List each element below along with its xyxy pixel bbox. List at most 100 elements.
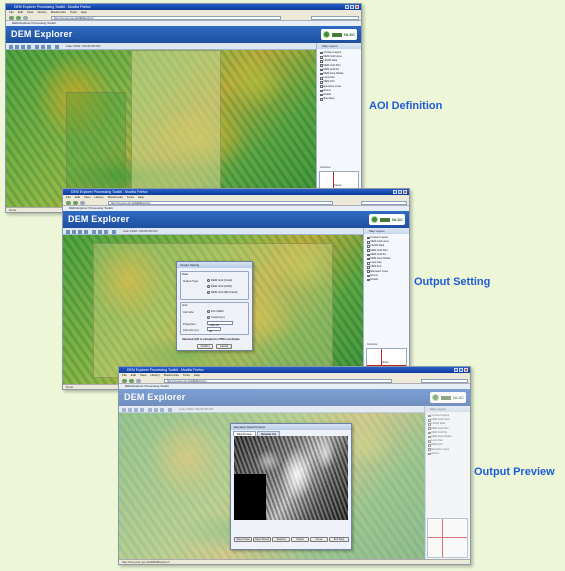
checkbox-icon[interactable]	[320, 85, 323, 88]
close-button[interactable]	[464, 368, 468, 372]
maximize-button[interactable]	[398, 190, 402, 194]
checkbox-icon[interactable]	[320, 51, 323, 55]
cancel-button[interactable]: Cancel	[216, 344, 232, 349]
checkbox-icon[interactable]	[428, 444, 431, 447]
zoom-in-icon[interactable]	[9, 44, 13, 49]
address-bar[interactable]: http://ssv.ucsc.gov.tw/DEMExplorer/	[108, 200, 333, 205]
close-button[interactable]	[355, 5, 359, 9]
radio-icon[interactable]	[207, 290, 210, 294]
checkbox-icon[interactable]	[428, 440, 431, 443]
close-button[interactable]	[403, 190, 407, 194]
close-button[interactable]: Close	[310, 537, 328, 542]
checkbox-icon[interactable]	[320, 81, 323, 84]
reload-icon[interactable]	[80, 200, 85, 205]
minimize-button[interactable]	[345, 5, 349, 9]
zoom-out-icon[interactable]	[15, 44, 19, 49]
radio-dem-float[interactable]: DEM Grid (Float)	[207, 278, 232, 282]
zoom-out-icon[interactable]	[128, 407, 132, 412]
radio-dem-16bit[interactable]: DEM Grid (16bit)	[207, 284, 232, 288]
reload-icon[interactable]	[136, 378, 141, 383]
measure-icon[interactable]	[41, 44, 45, 49]
overview-map[interactable]	[427, 518, 468, 558]
full-extent-icon[interactable]	[27, 44, 31, 49]
layer-item[interactable]: Rivers	[428, 452, 468, 456]
output-button[interactable]: Output	[291, 537, 309, 542]
checkbox-icon[interactable]	[428, 419, 431, 422]
checkbox-icon[interactable]	[367, 253, 370, 257]
radio-icon[interactable]	[207, 284, 210, 288]
checkbox-icon[interactable]	[367, 236, 370, 240]
checkbox-icon[interactable]	[320, 72, 323, 76]
select-area-button[interactable]: Select Area	[234, 537, 252, 542]
forward-icon[interactable]	[73, 200, 78, 205]
checkbox-icon[interactable]	[320, 68, 323, 72]
checkbox-icon[interactable]	[367, 274, 370, 278]
pan-icon[interactable]	[21, 44, 25, 49]
checkbox-icon[interactable]	[320, 77, 323, 80]
checkbox-icon[interactable]	[367, 249, 370, 252]
back-icon[interactable]	[9, 15, 14, 20]
checkbox-icon[interactable]	[320, 89, 323, 93]
radio-10m-dem[interactable]: 10m DEM	[207, 309, 223, 313]
measure-icon[interactable]	[98, 229, 102, 234]
zoom-in-icon[interactable]	[122, 407, 126, 412]
pan-icon[interactable]	[134, 407, 138, 412]
projection-select[interactable]: TWD 97	[207, 321, 233, 327]
radio-custom[interactable]: Custom(m)	[207, 315, 225, 319]
radio-icon[interactable]	[207, 315, 210, 319]
search-input[interactable]	[421, 378, 468, 383]
checkbox-icon[interactable]	[428, 452, 431, 456]
pan-icon[interactable]	[78, 229, 82, 234]
checkbox-icon[interactable]	[428, 435, 431, 439]
checkbox-icon[interactable]	[367, 257, 370, 261]
cell-size-input[interactable]: 40	[207, 327, 221, 333]
checkbox-icon[interactable]	[320, 60, 323, 63]
save-result-button[interactable]: Save Result	[253, 537, 271, 542]
minimize-button[interactable]	[454, 368, 458, 372]
select-aoi-icon[interactable]	[148, 407, 152, 412]
reload-icon[interactable]	[23, 15, 28, 20]
back-icon[interactable]	[66, 200, 71, 205]
select-aoi-icon[interactable]	[35, 44, 39, 49]
full-extent-icon[interactable]	[140, 407, 144, 412]
checkbox-icon[interactable]	[320, 98, 323, 101]
checkbox-icon[interactable]	[367, 245, 370, 248]
export-icon[interactable]	[112, 229, 116, 234]
identify-icon[interactable]	[47, 44, 51, 49]
zoom-in-icon[interactable]	[66, 229, 70, 234]
checkbox-icon[interactable]	[428, 423, 431, 426]
maximize-button[interactable]	[350, 5, 354, 9]
zoom-out-icon[interactable]	[72, 229, 76, 234]
checkbox-icon[interactable]	[428, 448, 431, 451]
checkbox-icon[interactable]	[367, 278, 370, 282]
back-icon[interactable]	[122, 378, 127, 383]
forward-icon[interactable]	[16, 15, 21, 20]
radio-icon[interactable]	[207, 309, 210, 313]
exit-stop-button[interactable]: Exit Stop	[329, 537, 349, 542]
checkbox-icon[interactable]	[367, 262, 370, 265]
search-input[interactable]	[311, 15, 359, 20]
checkbox-icon[interactable]	[367, 266, 370, 269]
layer-item[interactable]: Roads	[367, 278, 407, 282]
checkbox-icon[interactable]	[428, 431, 431, 435]
checkbox-icon[interactable]	[367, 270, 370, 273]
radio-dem-8bit[interactable]: DEM Grid (8bit Float)	[207, 290, 237, 294]
export-icon[interactable]	[55, 44, 59, 49]
checkbox-icon[interactable]	[320, 56, 323, 59]
measure-icon[interactable]	[154, 407, 158, 412]
radio-icon[interactable]	[207, 278, 210, 282]
spacing-button[interactable]: Spacing	[272, 537, 290, 542]
checkbox-icon[interactable]	[428, 414, 431, 418]
identify-icon[interactable]	[104, 229, 108, 234]
confirm-button[interactable]: Confirm	[197, 344, 213, 349]
maximize-button[interactable]	[459, 368, 463, 372]
minimize-button[interactable]	[393, 190, 397, 194]
aoi-rectangle[interactable]	[131, 50, 221, 209]
checkbox-icon[interactable]	[320, 64, 323, 67]
full-extent-icon[interactable]	[84, 229, 88, 234]
forward-icon[interactable]	[129, 378, 134, 383]
address-bar[interactable]: http://ssv.ucsc.gov.tw/DEMExplorer/	[51, 15, 281, 20]
dem-map[interactable]	[6, 50, 318, 209]
search-input[interactable]	[361, 200, 407, 205]
select-aoi-icon[interactable]	[92, 229, 96, 234]
